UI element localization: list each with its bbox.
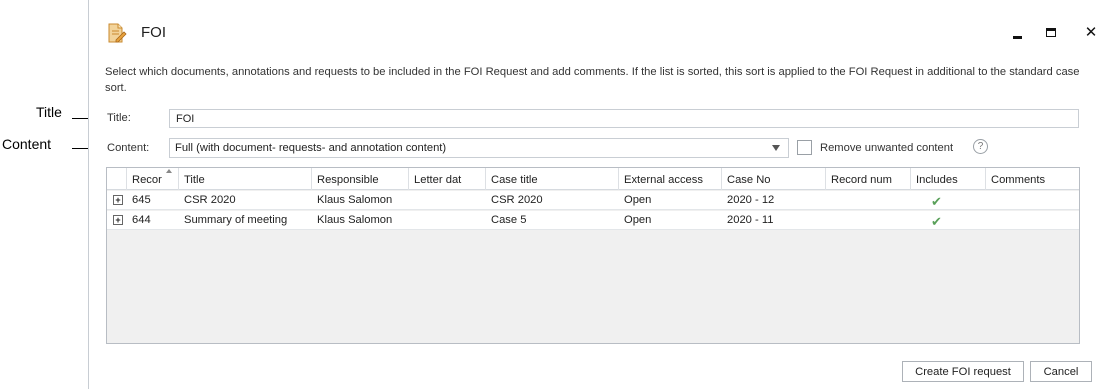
header-case-no[interactable]: Case No [722,168,826,190]
sort-ascending-icon [166,169,172,173]
header-record[interactable]: Recor [127,168,179,190]
dropdown-arrow-icon [772,145,780,151]
header-external-access[interactable]: External access [619,168,722,190]
table-row[interactable]: + 644 Summary of meeting Klaus Salomon C… [107,211,1079,230]
minimize-button[interactable] [1005,20,1029,44]
header-title[interactable]: Title [179,168,312,190]
header-responsible[interactable]: Responsible [312,168,409,190]
title-input[interactable] [169,109,1079,128]
header-comments[interactable]: Comments [986,168,1079,190]
cell-case-title: Case 5 [491,214,527,226]
checkmark-icon[interactable]: ✔ [931,194,942,210]
maximize-icon [1046,27,1056,37]
cell-comments[interactable] [986,191,1079,210]
title-label: Title: [107,112,131,124]
content-dropdown-value: Full (with document- requests- and annot… [175,142,447,154]
help-icon[interactable]: ? [973,139,988,154]
expand-row-icon[interactable]: + [113,215,123,225]
content-label: Content: [107,142,150,154]
cell-external-access: Open [624,214,652,226]
content-dropdown[interactable]: Full (with document- requests- and annot… [169,138,789,158]
cell-title: Summary of meeting [184,214,288,226]
close-icon: ✕ [1084,24,1098,41]
cell-letter-date [409,211,486,230]
title-bar[interactable]: FOI ✕ [89,0,1104,60]
content-callout: Content [2,136,52,152]
grid-header: Recor Title Responsible Letter dat Case … [107,168,1079,190]
header-letter-date[interactable]: Letter dat [409,168,486,190]
remove-unwanted-label[interactable]: Remove unwanted content [820,142,953,154]
checkmark-icon[interactable]: ✔ [931,214,942,230]
cell-external-access: Open [624,194,652,206]
cell-case-no: 2020 - 12 [727,194,775,206]
table-row[interactable]: + 645 CSR 2020 Klaus Salomon CSR 2020 Op… [107,191,1079,210]
header-includes[interactable]: Includes [911,168,986,190]
records-grid[interactable]: Recor Title Responsible Letter dat Case … [106,167,1080,344]
cell-record: 645 [132,194,151,206]
expand-row-icon[interactable]: + [113,195,123,205]
cell-comments[interactable] [986,211,1079,230]
cell-case-no: 2020 - 11 [727,214,774,226]
cell-record: 644 [132,214,151,226]
cell-letter-date [409,191,486,210]
cell-responsible: Klaus Salomon [317,194,393,206]
create-foi-request-button[interactable]: Create FOI request [902,361,1024,382]
minimize-icon [1012,35,1022,39]
cell-record-num [826,191,911,210]
close-button[interactable]: ✕ [1079,20,1103,44]
cell-record-num [826,211,911,230]
maximize-button[interactable] [1039,20,1063,44]
instructions-text: Select which documents, annotations and … [105,66,1080,94]
window-title: FOI [141,24,166,41]
title-callout: Title [36,104,62,120]
header-case-title[interactable]: Case title [486,168,619,190]
remove-unwanted-checkbox[interactable] [797,140,812,155]
cell-responsible: Klaus Salomon [317,214,393,226]
cell-case-title: CSR 2020 [491,194,543,206]
document-edit-icon [105,22,127,44]
cell-title: CSR 2020 [184,194,236,206]
header-expander-col [107,168,127,190]
foi-dialog: FOI ✕ Select which documents, annotation… [88,0,1104,389]
header-record-num[interactable]: Record num [826,168,911,190]
cancel-button[interactable]: Cancel [1030,361,1092,382]
